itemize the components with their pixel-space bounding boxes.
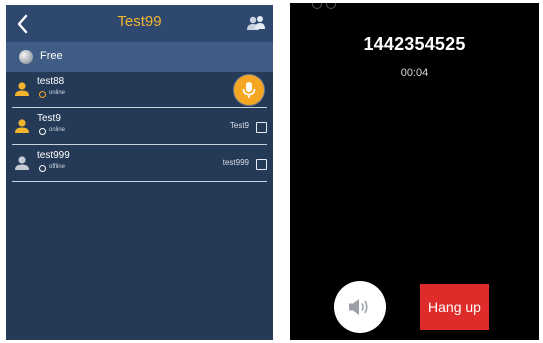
select-checkbox[interactable] (256, 122, 267, 133)
call-timer: 00:04 (400, 67, 429, 79)
person-icon (15, 156, 29, 170)
select-checkbox[interactable] (256, 159, 267, 170)
status-indicator (39, 165, 46, 172)
contact-name: Test9 (37, 113, 61, 124)
speaker-button[interactable] (334, 281, 386, 333)
camera-mark (326, 3, 336, 9)
contact-row-test9[interactable]: Test9 online Test9 (6, 109, 273, 145)
contact-status: offline (49, 164, 65, 170)
person-icon (15, 82, 29, 96)
contact-alias: test999 (222, 158, 249, 167)
status-indicator (39, 91, 46, 98)
contact-name: test88 (37, 76, 65, 87)
free-label: Free (40, 50, 63, 62)
contact-status: online (49, 127, 66, 133)
talk-button[interactable] (234, 75, 264, 105)
person-icon (15, 119, 29, 133)
contact-name: test999 (37, 150, 70, 161)
row-divider (12, 107, 267, 108)
contacts-icon (247, 16, 265, 30)
contact-row-test999[interactable]: test999 offline test999 (6, 146, 273, 182)
call-screen: 1442354525 00:04 Hang up (290, 3, 539, 340)
speaker-icon (349, 299, 368, 315)
contact-alias: Test9 (229, 121, 249, 130)
free-status-icon (19, 50, 33, 64)
row-divider (12, 144, 267, 145)
hang-up-button[interactable]: Hang up (420, 284, 489, 330)
top-bar: Test99 (6, 5, 273, 42)
row-divider (12, 181, 267, 182)
contact-status: online (49, 90, 66, 96)
intercom-list-screen: Test99 Free test88 online tes (6, 5, 273, 340)
phone-number: 1442354525 (363, 34, 466, 54)
status-indicator (39, 128, 46, 135)
microphone-icon (242, 82, 256, 98)
camera-mark (312, 3, 322, 9)
page-title: Test99 (117, 13, 162, 30)
contact-row-test88[interactable]: test88 online tes (6, 72, 273, 108)
free-status-bar[interactable]: Free (6, 42, 273, 72)
contacts-button[interactable] (245, 14, 267, 32)
